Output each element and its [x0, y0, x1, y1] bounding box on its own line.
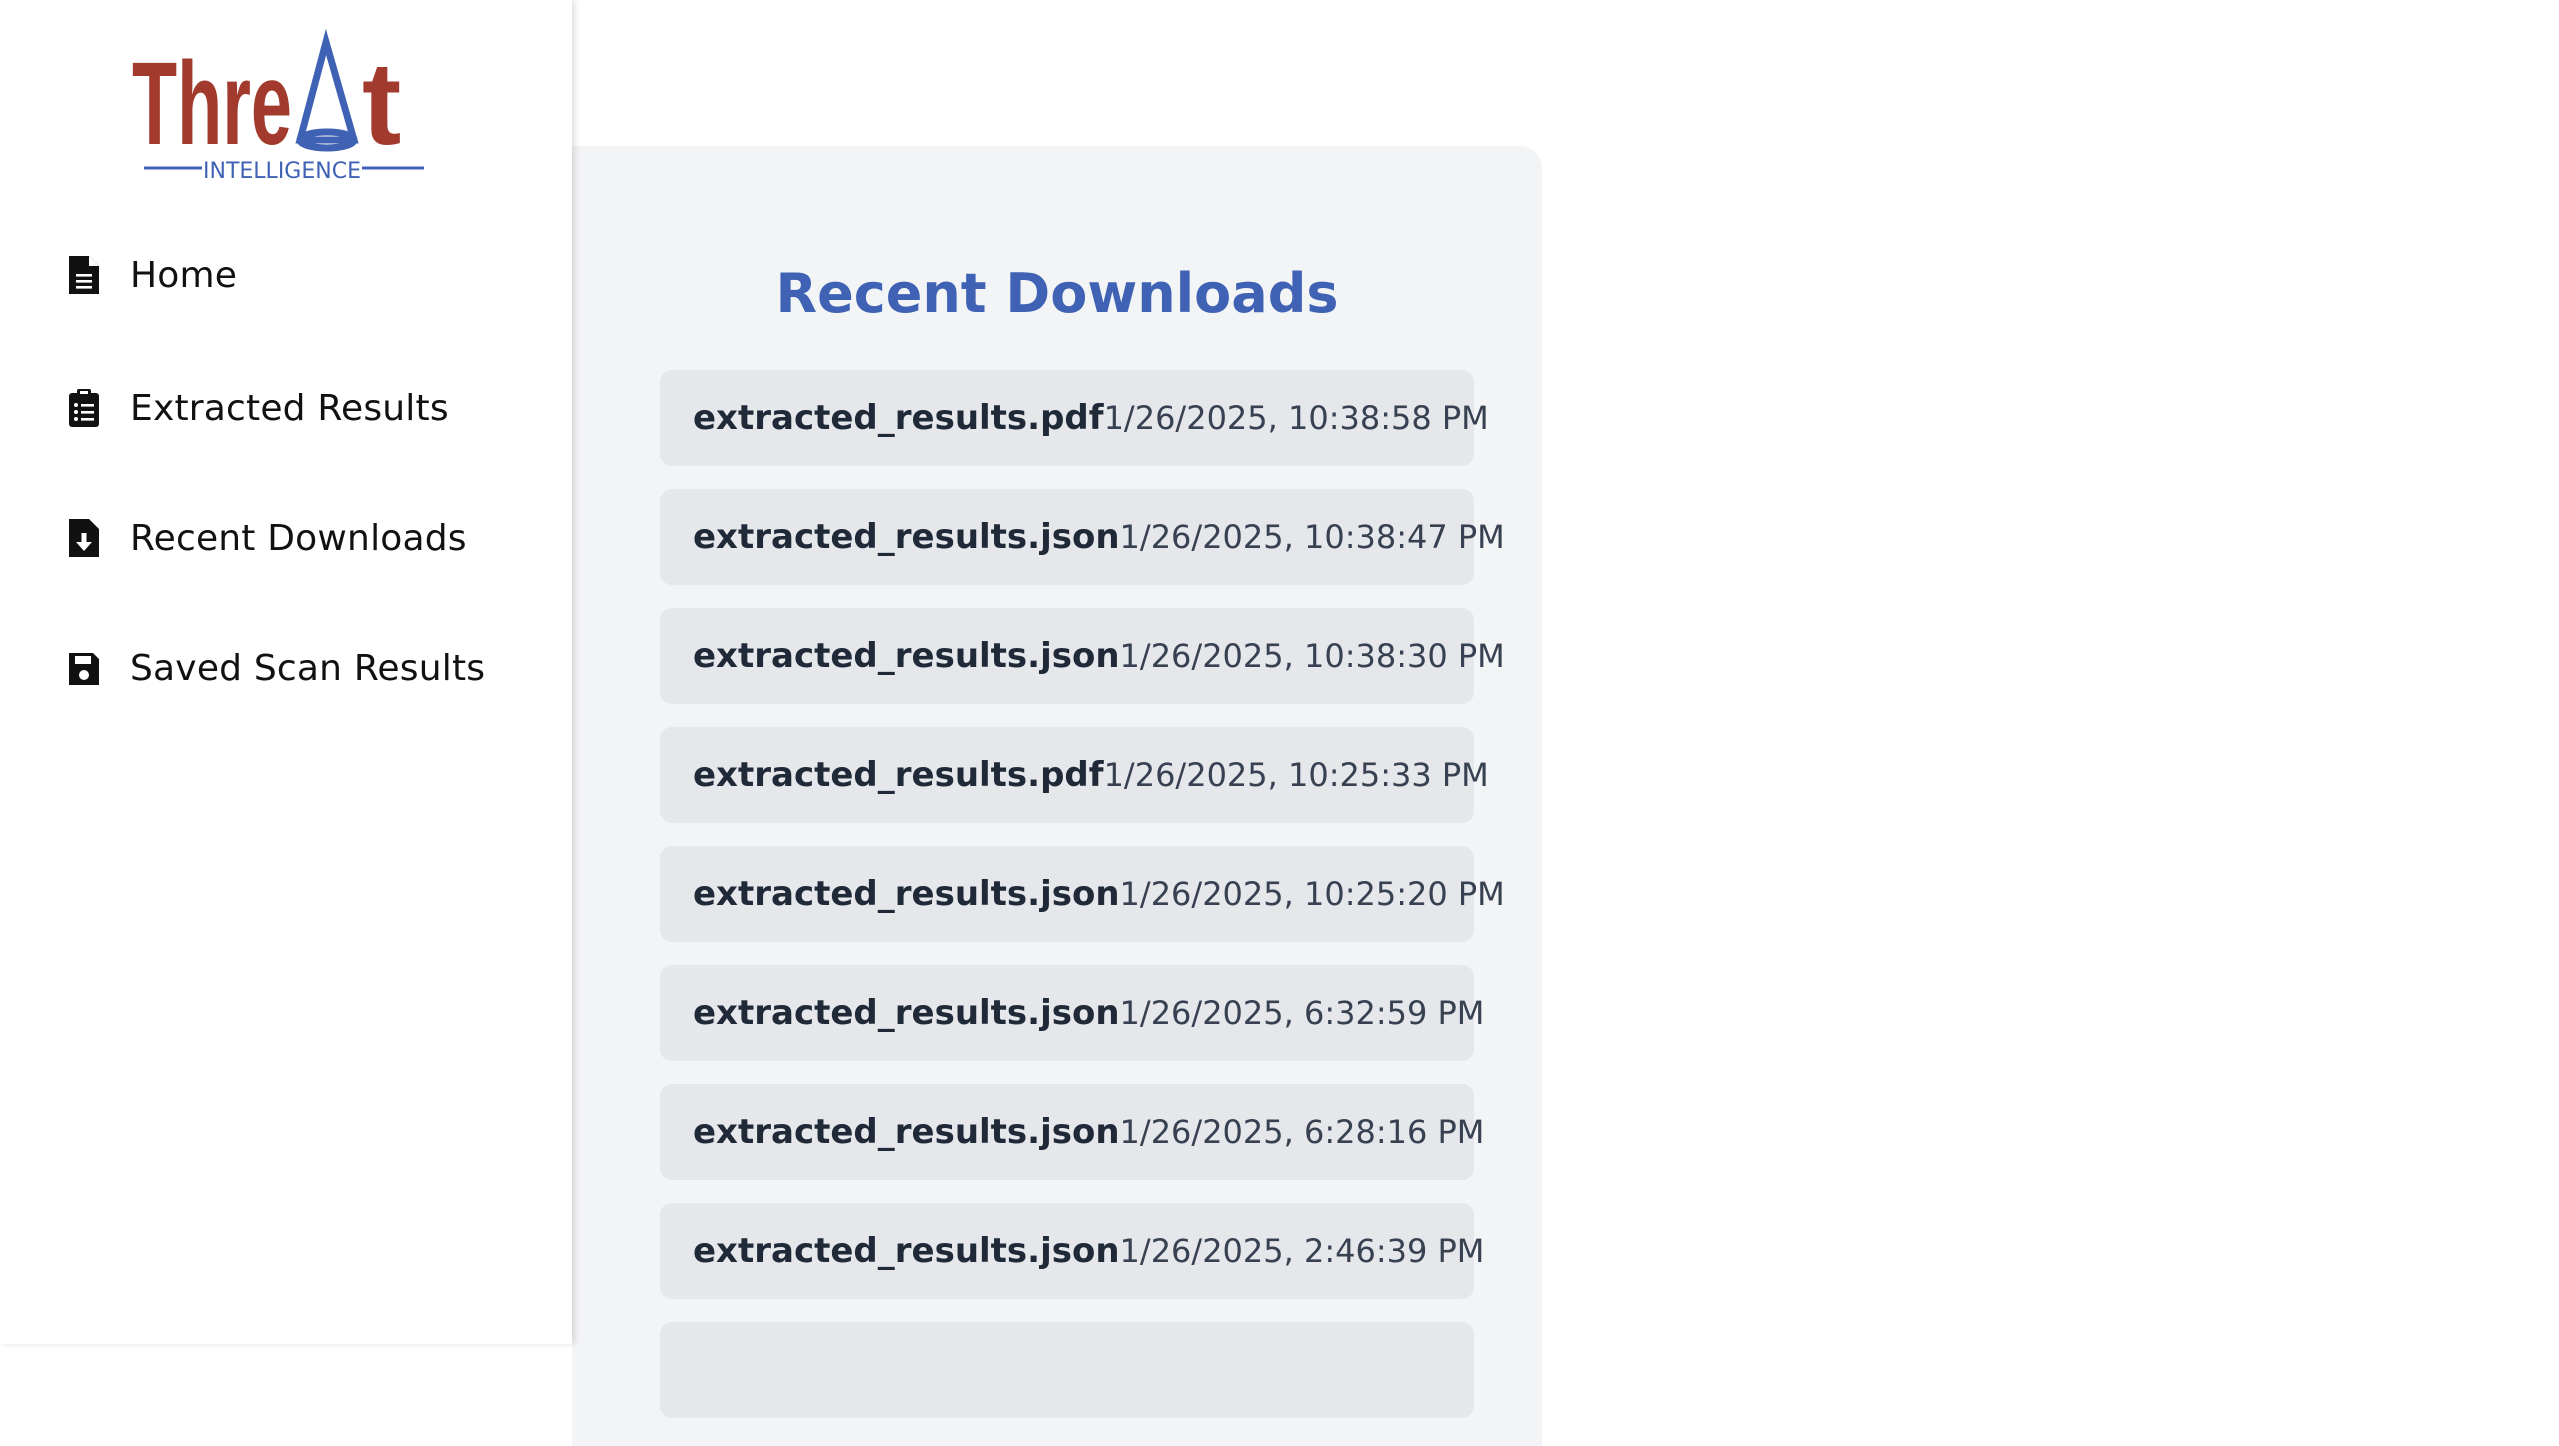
download-date: 1/26/2025, 6:32:59 PM — [1119, 994, 1485, 1032]
sidebar-item-home[interactable]: Home — [64, 245, 237, 305]
file-download-icon — [64, 514, 104, 562]
download-date: 1/26/2025, 10:38:30 PM — [1119, 637, 1505, 675]
file-name: extracted_results.json — [693, 993, 1120, 1033]
list-item[interactable]: extracted_results.json 1/26/2025, 6:32:5… — [660, 965, 1484, 1061]
file-name: extracted_results.json — [693, 636, 1120, 676]
download-date: 1/26/2025, 6:28:16 PM — [1119, 1113, 1485, 1151]
sidebar-item-label: Recent Downloads — [130, 517, 467, 559]
sidebar-item-recent-downloads[interactable]: Recent Downloads — [64, 508, 467, 568]
download-date: 1/26/2025, 10:25:33 PM — [1103, 756, 1489, 794]
file-name: extracted_results.json — [693, 1112, 1120, 1152]
document-icon — [64, 251, 104, 299]
list-item[interactable] — [660, 1322, 1474, 1418]
svg-text:t: t — [362, 38, 401, 170]
logo-subtext: INTELLIGENCE — [203, 159, 361, 184]
list-item[interactable]: extracted_results.pdf 1/26/2025, 10:38:5… — [660, 370, 1489, 466]
file-name: extracted_results.json — [693, 1231, 1120, 1271]
sidebar: Thre t INTELLIGENCE Home Extracted Resul… — [0, 0, 572, 1344]
threat-intelligence-logo[interactable]: Thre t INTELLIGENCE — [118, 22, 458, 192]
list-item[interactable]: extracted_results.json 1/26/2025, 10:38:… — [660, 608, 1505, 704]
file-name: extracted_results.json — [693, 874, 1120, 914]
list-item[interactable]: extracted_results.json 1/26/2025, 10:25:… — [660, 846, 1505, 942]
floppy-disk-icon — [64, 644, 104, 692]
file-name: extracted_results.pdf — [693, 755, 1104, 795]
sidebar-item-saved-scan-results[interactable]: Saved Scan Results — [64, 638, 485, 698]
download-date: 1/26/2025, 10:38:58 PM — [1103, 399, 1489, 437]
download-date: 1/26/2025, 10:38:47 PM — [1119, 518, 1505, 556]
svg-text:Thre: Thre — [132, 38, 292, 170]
sidebar-item-label: Saved Scan Results — [130, 647, 486, 689]
list-item[interactable]: extracted_results.json 1/26/2025, 6:28:1… — [660, 1084, 1484, 1180]
main-content: Recent Downloads extracted_results.pdf 1… — [572, 0, 2559, 1446]
sidebar-item-label: Home — [130, 254, 238, 296]
clipboard-list-icon — [64, 384, 104, 432]
list-item[interactable]: extracted_results.json 1/26/2025, 10:38:… — [660, 489, 1505, 585]
list-item[interactable]: extracted_results.json 1/26/2025, 2:46:3… — [660, 1203, 1484, 1299]
list-item[interactable]: extracted_results.pdf 1/26/2025, 10:25:3… — [660, 727, 1489, 823]
page-title: Recent Downloads — [775, 262, 1339, 325]
download-date: 1/26/2025, 10:25:20 PM — [1119, 875, 1505, 913]
file-name: extracted_results.pdf — [693, 398, 1104, 438]
sidebar-item-label: Extracted Results — [130, 387, 449, 429]
sidebar-item-extracted-results[interactable]: Extracted Results — [64, 378, 449, 438]
download-date: 1/26/2025, 2:46:39 PM — [1119, 1232, 1485, 1270]
file-name: extracted_results.json — [693, 517, 1120, 557]
